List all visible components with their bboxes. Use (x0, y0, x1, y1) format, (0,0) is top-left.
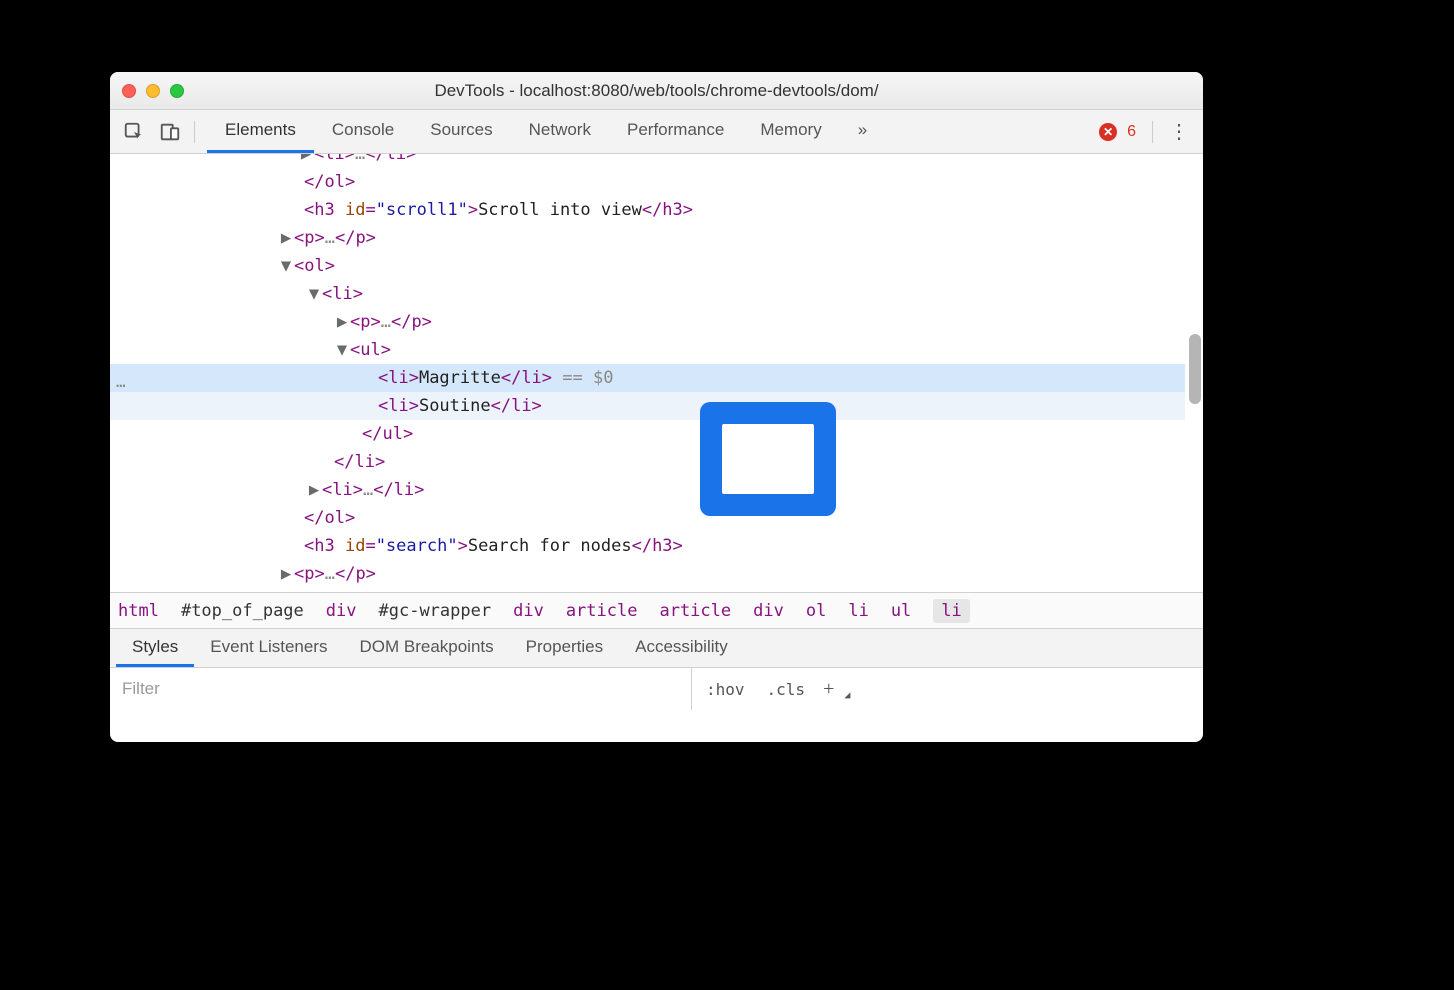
breadcrumb-item[interactable]: div (513, 601, 544, 621)
minimize-window-button[interactable] (146, 84, 160, 98)
tab-console[interactable]: Console (314, 110, 412, 153)
breadcrumb-item[interactable]: article (659, 601, 731, 621)
expand-toggle-icon[interactable]: ▼ (308, 280, 320, 308)
breadcrumb-item[interactable]: ol (806, 601, 826, 621)
dom-node-row[interactable]: ▶<p>…</p> (110, 224, 1185, 252)
sidebar-tab-styles[interactable]: Styles (116, 629, 194, 667)
expand-toggle-icon[interactable]: ▼ (336, 336, 348, 364)
breadcrumb-item[interactable]: li (848, 601, 868, 621)
tab-memory[interactable]: Memory (742, 110, 839, 153)
styles-filter-input[interactable] (110, 668, 691, 710)
expand-toggle-icon[interactable]: ▶ (336, 308, 348, 336)
tab-network[interactable]: Network (511, 110, 609, 153)
titlebar: DevTools - localhost:8080/web/tools/chro… (110, 72, 1203, 110)
zoom-window-button[interactable] (170, 84, 184, 98)
dom-node-row[interactable]: </ol> (110, 168, 1185, 196)
dom-node-row[interactable]: </ul> (110, 420, 1185, 448)
styles-toolbar: :hov .cls + ◢ (110, 668, 1203, 710)
breadcrumb-item[interactable]: article (566, 601, 638, 621)
expand-toggle-icon[interactable]: ▶ (280, 224, 292, 252)
expand-toggle-icon[interactable]: ▼ (280, 252, 292, 280)
dom-node-row[interactable]: </ol> (110, 504, 1185, 532)
dom-node-row[interactable]: ▼<li> (110, 280, 1185, 308)
dom-node-row[interactable]: <li>Soutine</li> (110, 392, 1185, 420)
settings-menu-icon[interactable]: ⋮ (1169, 119, 1189, 144)
dom-node-row[interactable]: </li> (110, 448, 1185, 476)
close-window-button[interactable] (122, 84, 136, 98)
breadcrumb-item[interactable]: html (118, 601, 159, 621)
window-controls (122, 84, 184, 98)
sidebar-tab-dom-breakpoints[interactable]: DOM Breakpoints (343, 629, 509, 667)
breadcrumb-item[interactable]: div (753, 601, 784, 621)
sidebar-tabs: StylesEvent ListenersDOM BreakpointsProp… (110, 628, 1203, 668)
sidebar-tab-properties[interactable]: Properties (510, 629, 619, 667)
dom-breadcrumbs: html #top_of_page div #gc-wrapper div article… (110, 592, 1203, 628)
breadcrumb-item[interactable]: li (933, 599, 969, 623)
dom-node-row[interactable]: <li>Magritte</li> == $0 (110, 364, 1185, 392)
expand-toggle-icon[interactable]: ▶ (280, 560, 292, 588)
tab-elements[interactable]: Elements (207, 110, 314, 153)
inspect-element-icon[interactable] (116, 114, 152, 150)
window-title: DevTools - localhost:8080/web/tools/chro… (110, 81, 1203, 101)
dom-node-row[interactable]: ▼<ol> (110, 252, 1185, 280)
dom-node-row[interactable]: ▶<li>…</li> (110, 154, 1185, 168)
breadcrumb-item[interactable]: div (326, 601, 357, 621)
separator (194, 121, 195, 143)
dom-node-row[interactable]: ▼<ul> (110, 336, 1185, 364)
expand-toggle-icon[interactable]: ▶ (308, 476, 320, 504)
dom-node-row[interactable]: <h3 id="search">Search for nodes</h3> (110, 532, 1185, 560)
overlay-highlight-icon (700, 402, 836, 516)
breadcrumb-item[interactable]: #top_of_page (181, 601, 304, 621)
panel-tabs: Elements Console Sources Network Perform… (207, 110, 1099, 153)
resize-corner-icon: ◢ (844, 690, 850, 701)
row-actions-icon[interactable]: … (116, 368, 126, 396)
sidebar-tab-event-listeners[interactable]: Event Listeners (194, 629, 343, 667)
tab-more[interactable]: » (840, 110, 885, 153)
new-style-rule-button[interactable]: + (823, 678, 834, 701)
device-toolbar-icon[interactable] (152, 114, 188, 150)
toggle-hov-button[interactable]: :hov (702, 678, 749, 701)
elements-dom-tree[interactable]: ▶<li>…</li></ol><h3 id="scroll1">Scroll … (110, 154, 1203, 592)
dom-node-row[interactable]: ▶<p>…</p> (110, 308, 1185, 336)
dom-node-row[interactable]: ▶<p>…</p> (110, 560, 1185, 588)
error-count[interactable]: 6 (1127, 123, 1136, 141)
devtools-window: DevTools - localhost:8080/web/tools/chro… (110, 72, 1203, 742)
sidebar-tab-accessibility[interactable]: Accessibility (619, 629, 744, 667)
main-toolbar: Elements Console Sources Network Perform… (110, 110, 1203, 154)
expand-toggle-icon[interactable]: ▶ (300, 154, 312, 168)
dom-node-row[interactable]: ▶<li>…</li> (110, 476, 1185, 504)
toggle-cls-button[interactable]: .cls (763, 678, 810, 701)
tab-sources[interactable]: Sources (412, 110, 510, 153)
breadcrumb-item[interactable]: #gc-wrapper (379, 601, 492, 621)
error-icon[interactable]: ✕ (1099, 123, 1117, 141)
separator (1152, 121, 1153, 143)
breadcrumb-item[interactable]: ul (891, 601, 911, 621)
tab-performance[interactable]: Performance (609, 110, 742, 153)
vertical-scrollbar[interactable] (1189, 334, 1201, 404)
dom-node-row[interactable]: <h3 id="scroll1">Scroll into view</h3> (110, 196, 1185, 224)
toolbar-right: ✕ 6 ⋮ (1099, 119, 1197, 144)
